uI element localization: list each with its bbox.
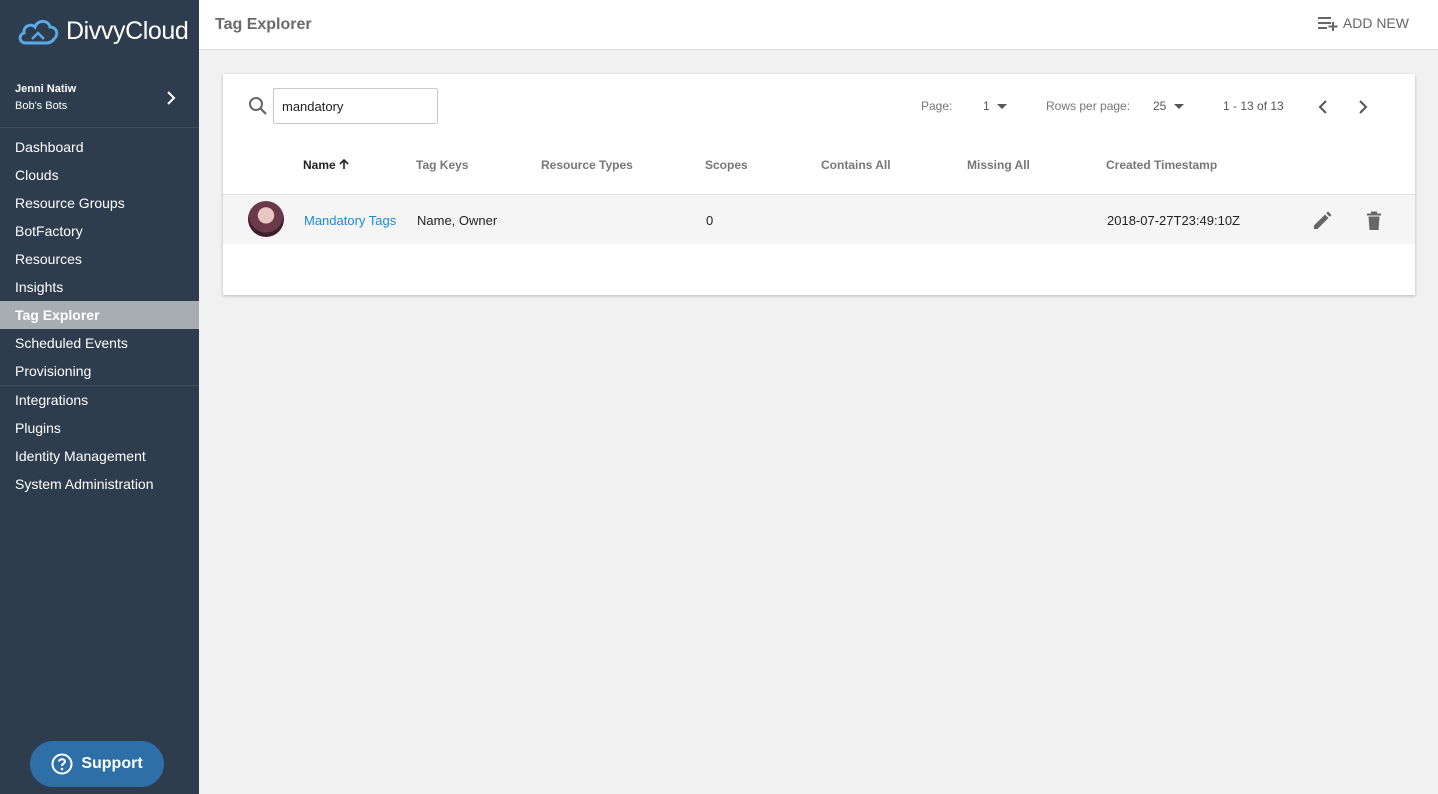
user-org: Bob's Bots [15, 100, 68, 112]
support-button[interactable]: Support [30, 741, 164, 787]
sidebar-item-identity-management[interactable]: Identity Management [0, 442, 199, 470]
sidebar: DivvyCloud Jenni Natiw Bob's Bots Dashbo… [0, 0, 199, 794]
scopes-cell: 0 [706, 213, 714, 228]
add-new-button[interactable]: ADD NEW [1317, 15, 1409, 31]
playlist-add-icon [1317, 17, 1338, 31]
arrow-up-icon [339, 158, 349, 169]
add-new-label: ADD NEW [1342, 15, 1409, 31]
created-timestamp-cell: 2018-07-27T23:49:10Z [1107, 213, 1240, 228]
sidebar-item-resource-groups[interactable]: Resource Groups [0, 189, 199, 217]
user-name: Jenni Natiw [15, 83, 77, 95]
top-bar: Tag Explorer ADD NEW [199, 0, 1438, 50]
page-label: Page: [921, 99, 953, 113]
sidebar-item-dashboard[interactable]: Dashboard [0, 133, 199, 161]
column-header-name[interactable]: Name [303, 158, 349, 172]
sidebar-item-tag-explorer[interactable]: Tag Explorer [0, 301, 199, 329]
table-row: Mandatory Tags Name, Owner 0 2018-07-27T… [223, 195, 1415, 244]
column-header-scopes[interactable]: Scopes [705, 158, 748, 172]
sidebar-item-insights[interactable]: Insights [0, 273, 199, 301]
chevron-left-icon[interactable] [1316, 98, 1330, 116]
brand-name: DivvyCloud [66, 16, 189, 45]
column-header-created-timestamp[interactable]: Created Timestamp [1106, 158, 1217, 172]
sidebar-item-system-administration[interactable]: System Administration [0, 470, 199, 498]
sidebar-item-resources[interactable]: Resources [0, 245, 199, 273]
page-range: 1 - 13 of 13 [1223, 99, 1284, 113]
avatar [248, 201, 284, 237]
sidebar-item-botfactory[interactable]: BotFactory [0, 217, 199, 245]
trash-icon[interactable] [1365, 211, 1383, 231]
column-header-resource-types[interactable]: Resource Types [541, 158, 633, 172]
tag-explorer-card: Page: 1 Rows per page: 25 1 - 13 of 13 N… [223, 74, 1415, 295]
column-header-missing-all[interactable]: Missing All [967, 158, 1030, 172]
divvycloud-logo[interactable]: DivvyCloud [16, 12, 196, 50]
column-header-contains-all[interactable]: Contains All [821, 158, 891, 172]
sidebar-item-plugins[interactable]: Plugins [0, 414, 199, 442]
support-label: Support [81, 755, 143, 772]
chevron-right-icon[interactable] [1356, 98, 1370, 116]
help-circle-icon [51, 753, 73, 775]
sidebar-nav: Dashboard Clouds Resource Groups BotFact… [0, 133, 199, 498]
user-switcher[interactable]: Jenni Natiw Bob's Bots [0, 72, 199, 128]
page-select[interactable]: 1 [983, 99, 990, 113]
rows-per-page-select[interactable]: 25 [1153, 99, 1166, 113]
column-header-name-label: Name [303, 158, 336, 172]
column-header-tag-keys[interactable]: Tag Keys [416, 158, 468, 172]
cloud-logo-icon [18, 19, 59, 45]
sidebar-item-scheduled-events[interactable]: Scheduled Events [0, 329, 199, 357]
search-input[interactable] [273, 88, 438, 124]
rows-per-page-label: Rows per page: [1046, 99, 1131, 113]
tag-name-link[interactable]: Mandatory Tags [304, 213, 396, 228]
page-title: Tag Explorer [215, 16, 312, 33]
tag-keys-cell: Name, Owner [417, 213, 498, 228]
sidebar-item-provisioning[interactable]: Provisioning [0, 357, 199, 385]
sidebar-item-clouds[interactable]: Clouds [0, 161, 199, 189]
chevron-right-icon [167, 91, 176, 105]
rows-caret-down-icon[interactable] [1174, 104, 1184, 109]
pencil-icon[interactable] [1312, 211, 1332, 231]
page-caret-down-icon[interactable] [997, 104, 1007, 109]
sidebar-item-integrations[interactable]: Integrations [0, 386, 199, 414]
search-icon [249, 97, 267, 115]
